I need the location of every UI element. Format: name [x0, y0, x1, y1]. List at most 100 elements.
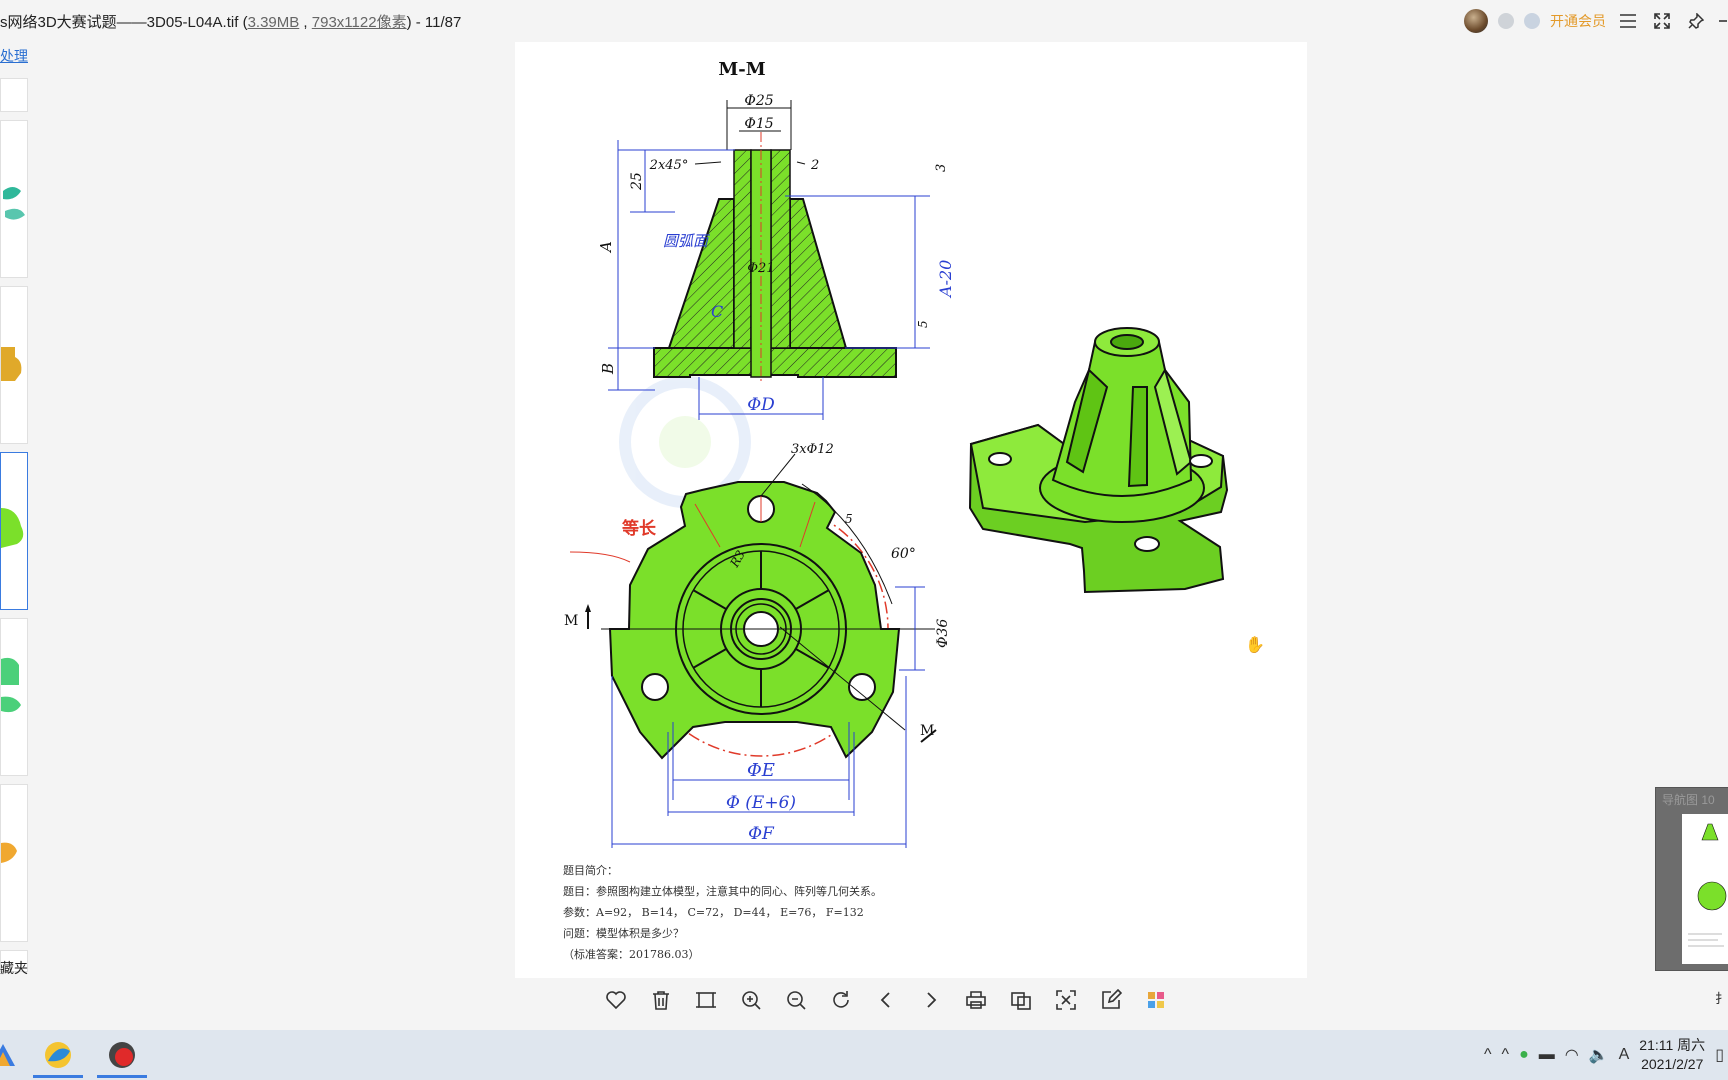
chevron-up-icon[interactable]: ^ [1484, 1046, 1492, 1064]
pin-icon[interactable] [1684, 9, 1708, 33]
security-app-icon[interactable]: ● [1519, 1046, 1529, 1064]
dim-25: 25 [629, 172, 645, 191]
image-viewer-icon [45, 1042, 71, 1068]
scan-icon [1056, 990, 1076, 1010]
recorder-icon [109, 1042, 135, 1068]
level-badge-icon [1498, 13, 1514, 29]
heart-icon [606, 991, 626, 1010]
thumbnail-item[interactable] [0, 618, 28, 776]
start-app-icon[interactable] [0, 1032, 28, 1078]
navigator-label: 导航图 10 [1662, 793, 1715, 807]
minimize-icon[interactable] [1718, 9, 1728, 33]
favorites-label[interactable]: 藏夹 [0, 958, 28, 978]
convert-button[interactable] [1003, 985, 1039, 1015]
taskbar-app-image-viewer[interactable] [33, 1032, 83, 1078]
thumbnail-item[interactable] [0, 78, 28, 112]
next-button[interactable] [913, 985, 949, 1015]
vip-badge-icon [1524, 13, 1540, 29]
problem-description: 题目简介： 题目：参照图构建立体模型，注意其中的同心、阵列等几何关系。 参数：A… [563, 860, 882, 965]
notification-icon[interactable]: ▯ [1715, 1045, 1724, 1065]
thumbnail-sidebar: 处理 [0, 40, 30, 975]
title-prefix: s网络3D大赛试题——3D05-L04A.tif ( [0, 14, 248, 31]
zoom-in-button[interactable] [733, 985, 769, 1015]
caption-params: 参数：A=92， B=14， C=72， D=44， E=76， F=132 [563, 906, 864, 919]
wifi-icon[interactable]: ◠ [1565, 1045, 1579, 1065]
thumbnail-item[interactable] [0, 286, 28, 444]
right-edge-label[interactable]: 扌 [1715, 988, 1728, 1007]
previous-button[interactable] [868, 985, 904, 1015]
title-separator: , [299, 14, 312, 31]
chevron-up-icon[interactable]: ^ [1502, 1046, 1510, 1064]
print-button[interactable] [958, 985, 994, 1015]
technical-drawing: M-M Φ25 Φ15 2x45° 2 3 25 A 圆弧面 Φ21 A-20 … [564, 59, 1229, 848]
dim-phi36: Φ36 [935, 619, 951, 648]
viewer-toolbar [598, 985, 1174, 1015]
zoom-out-button[interactable] [778, 985, 814, 1015]
caption-task: 题目：参照图构建立体模型，注意其中的同心、阵列等几何关系。 [563, 885, 882, 898]
clock-time: 21:11 周六 [1639, 1037, 1706, 1053]
title-suffix: ) - 11/87 [406, 14, 462, 31]
dim-r5: 5 [845, 512, 853, 526]
isometric-model [968, 327, 1229, 594]
dim-a-minus-20: A-20 [936, 260, 955, 299]
taskbar: ^ ^ ● ▬ ◠ 🔈 A 21:11 周六 2021/2/27 ▯ [0, 1030, 1728, 1080]
navigator-preview[interactable] [1682, 814, 1728, 964]
title-bar-actions: 开通会员 [1464, 6, 1728, 36]
dim-phi25: Φ25 [744, 93, 773, 109]
volume-icon[interactable]: 🔈 [1589, 1045, 1609, 1065]
dim-five: 5 [916, 320, 930, 328]
favorite-button[interactable] [598, 985, 634, 1015]
section-title: M-M [718, 59, 765, 80]
menu-icon[interactable] [1616, 9, 1640, 33]
edit-icon [1102, 989, 1122, 1009]
process-link[interactable]: 处理 [0, 46, 28, 66]
trash-icon [653, 991, 669, 1010]
user-avatar[interactable] [1464, 9, 1488, 33]
dim-phi21: Φ21 [747, 261, 774, 276]
thumbnail-item-selected[interactable] [0, 452, 28, 610]
image-canvas[interactable]: M-M Φ25 Φ15 2x45° 2 3 25 A 圆弧面 Φ21 A-20 … [515, 42, 1307, 978]
convert-icon [1011, 992, 1031, 1010]
dim-b: B [599, 363, 617, 375]
chevron-right-icon [927, 992, 937, 1008]
fit-window-icon [696, 992, 716, 1008]
hand-cursor-icon: ✋ [1245, 637, 1265, 654]
navigator-panel[interactable]: 导航图 10 [1655, 787, 1728, 971]
title-bar: s网络3D大赛试题——3D05-L04A.tif (3.39MB , 793x1… [0, 0, 1728, 40]
dim-chamfer: 2x45° [649, 158, 689, 173]
edit-button[interactable] [1093, 985, 1129, 1015]
delete-button[interactable] [643, 985, 679, 1015]
dim-three: 3 [934, 164, 949, 172]
vip-button[interactable]: 开通会员 [1550, 11, 1606, 31]
zoom-out-icon [787, 991, 806, 1010]
clock[interactable]: 21:11 周六 2021/2/27 [1639, 1036, 1705, 1074]
fit-window-button[interactable] [688, 985, 724, 1015]
thumbnail-item[interactable] [0, 784, 28, 942]
dim-phi-f: ΦF [748, 824, 775, 844]
rotate-icon [833, 991, 849, 1008]
taskbar-app-recorder[interactable] [97, 1032, 147, 1078]
apps-button[interactable] [1138, 985, 1174, 1015]
ime-indicator[interactable]: A [1619, 1046, 1630, 1064]
dim-angle-60: 60° [891, 546, 916, 562]
dim-phi15: Φ15 [744, 116, 773, 132]
screenshot-button[interactable] [1048, 985, 1084, 1015]
image-dimensions-link[interactable]: 793x1122像素 [312, 14, 407, 31]
dim-phi-e6: Φ (E+6) [726, 793, 796, 813]
apps-grid-icon [1148, 992, 1164, 1008]
section-view [653, 132, 897, 384]
system-tray: ^ ^ ● ▬ ◠ 🔈 A 21:11 周六 2021/2/27 ▯ [1484, 1030, 1728, 1080]
rotate-button[interactable] [823, 985, 859, 1015]
window-title: s网络3D大赛试题——3D05-L04A.tif (3.39MB , 793x1… [0, 11, 461, 32]
battery-icon[interactable]: ▬ [1539, 1046, 1555, 1064]
dim-c: C [711, 302, 723, 321]
printer-icon [966, 991, 986, 1009]
dim-holes: 3xΦ12 [791, 442, 834, 457]
dim-two: 2 [810, 158, 819, 173]
file-size-link[interactable]: 3.39MB [248, 14, 300, 31]
fullscreen-icon[interactable] [1650, 9, 1674, 33]
dim-phi-d: ΦD [747, 395, 775, 415]
clock-date: 2021/2/27 [1641, 1056, 1704, 1072]
caption-answer: （标准答案：201786.03） [563, 948, 700, 961]
thumbnail-item[interactable] [0, 120, 28, 278]
